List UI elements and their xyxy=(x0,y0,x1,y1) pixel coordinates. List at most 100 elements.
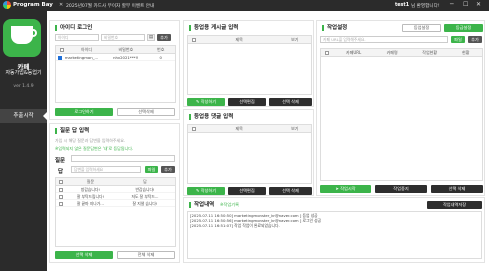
qa-file-button[interactable]: 파일 xyxy=(145,166,158,173)
qa-hint: 가입 시 해당 질문과 답변을 입력하주세요. xyxy=(55,138,126,143)
log-line: [2025.07.11 16:51:07] 작업 작업이 완료되었습니다. xyxy=(190,223,280,228)
grade-settings-button[interactable]: 등급설정 xyxy=(444,24,483,32)
qa-table-header: 질문 답 xyxy=(56,178,175,186)
answer-input[interactable]: 답변을 입력하세요 xyxy=(71,166,141,173)
comment-panel: 등업용 댓글 입력 제목 보기 ✎ 작성하기 선택편집 선택 삭제 xyxy=(183,109,314,196)
job-select-all-checkbox[interactable] xyxy=(324,51,329,55)
delete-selected-accounts-button[interactable]: 선택삭제 xyxy=(117,108,175,116)
post-edit-button[interactable]: 선택편집 xyxy=(228,98,266,106)
column-question: 질문 xyxy=(86,179,95,184)
job-delete-button[interactable]: 선택 삭제 xyxy=(431,185,483,193)
id-input[interactable]: 아이디 xyxy=(55,34,99,41)
version-label: ver 1.4.9 xyxy=(13,84,34,89)
cell-number: 0 xyxy=(159,55,162,60)
post-write-label: 작성하기 xyxy=(200,99,217,104)
select-all-checkbox[interactable] xyxy=(59,48,64,52)
column-subject: 제목 xyxy=(235,37,243,42)
cell-question: 방갑습니다! xyxy=(80,187,100,192)
post-table: 제목 보기 xyxy=(187,35,312,95)
job-settings-panel: 작업설정 등업설정 등급설정 카페 URL을 입력해주세요. 파일 추가 카페U… xyxy=(316,20,485,196)
job-table: 카페URL 카페명 작업현황 현황 xyxy=(320,48,483,181)
comment-title: 등업용 댓글 입력 xyxy=(189,114,233,120)
column-number: 번호 xyxy=(157,47,165,52)
column-view: 보기 xyxy=(291,37,299,42)
post-write-button[interactable]: ✎ 작성하기 xyxy=(187,98,225,106)
job-title: 작업설정 xyxy=(322,25,347,31)
password-input[interactable]: 비밀번호 xyxy=(101,34,145,41)
comment-write-label: 작성하기 xyxy=(200,188,217,193)
job-history-panel: 작업내역 ※작업기록 작업내역저장 [2025.07.11 16:50:50] … xyxy=(183,197,485,263)
row-checkbox[interactable] xyxy=(57,56,62,60)
comment-select-all-checkbox[interactable] xyxy=(191,127,196,131)
comment-table-header: 제목 보기 xyxy=(188,125,311,133)
table-row[interactable]: 잘 끝마 지나가... 잘 지낼 습니다! xyxy=(56,200,175,207)
program-bay-logo-icon xyxy=(3,1,11,9)
qa-add-button[interactable]: 추가 xyxy=(161,166,175,173)
sidebar: 카페 자동가입&등업기 ver 1.4.9 추출시작 xyxy=(0,11,47,271)
account-table-header: 아이디 비밀번호 번호 xyxy=(56,46,175,54)
title-bar: Program Bay ✕ 2025년07월 카드사 무이자 할부 이벤트 안내… xyxy=(0,0,489,11)
minimize-button[interactable]: ─ xyxy=(450,1,454,8)
cell-password: nhv2021***!! xyxy=(113,55,139,60)
cell-answer: 반갑습니다! xyxy=(135,187,155,192)
question-input[interactable] xyxy=(71,155,175,162)
column-subject: 제목 xyxy=(235,126,243,131)
notice-text[interactable]: 2025년07월 카드사 무이자 할부 이벤트 안내 xyxy=(66,3,154,9)
cell-question: 잘 부탁드립니다! xyxy=(76,194,104,199)
history-log-link[interactable]: ※작업기록 xyxy=(220,202,239,208)
row-checkbox[interactable] xyxy=(58,195,63,199)
start-job-button[interactable]: ➤ 작업시작 xyxy=(320,185,371,193)
welcome-text: 님 환영합니다! xyxy=(411,3,440,9)
row-checkbox[interactable] xyxy=(58,202,63,206)
post-table-header: 제목 보기 xyxy=(188,36,311,44)
post-select-all-checkbox[interactable] xyxy=(191,38,196,42)
qa-delete-selected-button[interactable]: 선택 삭제 xyxy=(55,251,113,259)
job-file-button[interactable]: 파일 xyxy=(451,36,465,43)
cell-answer: 저도 잘 부탁드... xyxy=(131,194,159,199)
history-title: 작업내역 xyxy=(189,202,214,208)
close-button[interactable]: ✕ xyxy=(476,1,481,8)
sidebar-item-extract[interactable]: 추출시작 xyxy=(0,109,47,123)
row-checkbox[interactable] xyxy=(58,188,63,192)
comment-edit-button[interactable]: 선택편집 xyxy=(228,187,266,195)
app-name: Program Bay xyxy=(13,2,53,8)
column-job-status: 작업현황 xyxy=(422,50,438,55)
table-row[interactable]: 방갑습니다! 반갑습니다! xyxy=(56,186,175,193)
cup-icon xyxy=(11,26,33,44)
post-delete-button[interactable]: 선택 삭제 xyxy=(269,98,312,106)
history-log-box: [2025.07.11 16:50:50] marketingmonster_k… xyxy=(187,211,482,259)
id-login-panel: 아이디 로그인 아이디 비밀번호 ▤ 추가 아이디 비밀번호 번호 market… xyxy=(49,20,180,120)
maximize-button[interactable]: ☐ xyxy=(463,1,468,8)
user-name: test1 xyxy=(395,2,410,8)
qa-table: 질문 답 방갑습니다! 반갑습니다! 잘 부탁드립니다! 저도 잘 부탁드...… xyxy=(55,177,176,247)
folder-icon[interactable]: ▤ xyxy=(147,34,155,41)
table-row[interactable]: marketingmon_... nhv2021***!! 0 xyxy=(56,54,175,61)
notice-icon: ✕ xyxy=(59,2,64,8)
comment-table: 제목 보기 xyxy=(187,124,312,184)
stop-job-button[interactable]: 작업중지 xyxy=(375,185,427,193)
account-table: 아이디 비밀번호 번호 marketingmon_... nhv2021***!… xyxy=(55,45,176,103)
level-settings-button[interactable]: 등업설정 xyxy=(402,24,441,32)
cell-question: 잘 끝마 지나가... xyxy=(76,201,104,206)
job-table-header: 카페URL 카페명 작업현황 현황 xyxy=(321,49,482,57)
login-button[interactable]: 로그인하기 xyxy=(55,108,113,116)
qa-delete-all-button[interactable]: 전체 삭제 xyxy=(117,251,175,259)
qa-panel: 질문 답 입력 가입 시 해당 질문과 답변을 입력하주세요. ※입력되지 않은… xyxy=(49,123,180,263)
qa-title: 질문 답 입력 xyxy=(55,128,89,134)
column-cafe-url: 카페URL xyxy=(345,50,362,55)
column-cafe-name: 카페명 xyxy=(386,50,398,55)
column-id: 아이디 xyxy=(80,47,92,52)
cell-id: marketingmon_... xyxy=(64,55,99,60)
table-row[interactable]: 잘 부탁드립니다! 저도 잘 부탁드... xyxy=(56,193,175,200)
qa-warning: ※입력되지 않은 질문답변은 '내'로 등답됩니다. xyxy=(55,146,134,151)
job-add-button[interactable]: 추가 xyxy=(468,36,482,43)
answer-label: 답 xyxy=(58,169,64,175)
qa-select-all-checkbox[interactable] xyxy=(58,180,63,184)
comment-write-button[interactable]: ✎ 작성하기 xyxy=(187,187,225,195)
save-history-button[interactable]: 작업내역저장 xyxy=(427,201,482,209)
post-panel: 등업용 게시글 입력 제목 보기 ✎ 작성하기 선택편집 선택 삭제 xyxy=(183,20,314,107)
column-password: 비밀번호 xyxy=(118,47,134,52)
cafe-url-input[interactable]: 카페 URL을 입력해주세요. xyxy=(320,36,448,43)
comment-delete-button[interactable]: 선택 삭제 xyxy=(269,187,312,195)
add-account-button[interactable]: 추가 xyxy=(157,34,171,41)
